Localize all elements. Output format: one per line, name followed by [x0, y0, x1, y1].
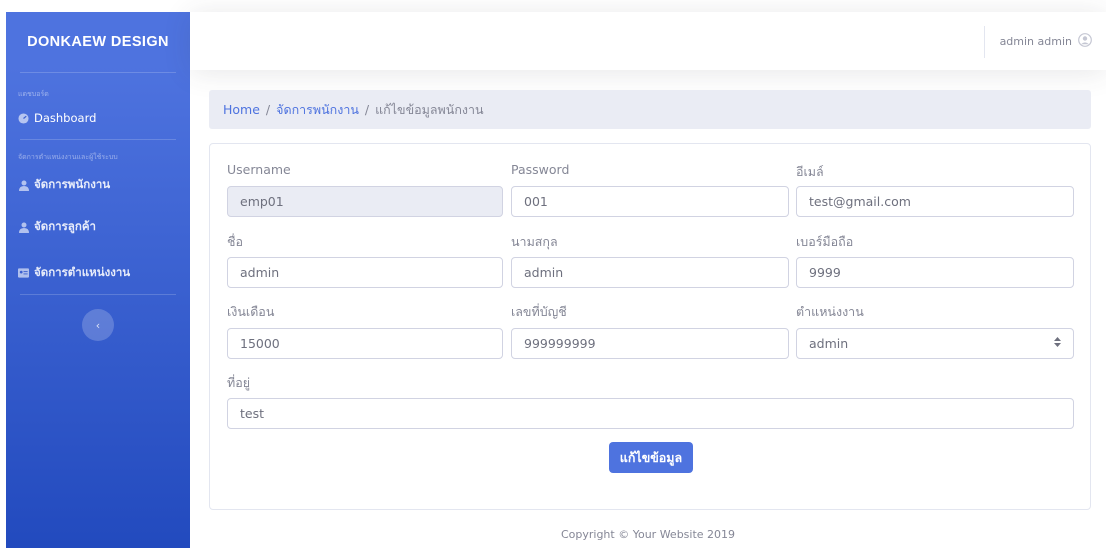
account-label: เลขที่บัญชี: [511, 304, 567, 319]
breadcrumb-section[interactable]: จัดการพนักงาน: [276, 100, 359, 120]
sidebar-item-label: จัดการตำแหน่งงาน: [34, 265, 131, 279]
sidebar-heading-manage: จัดการตำแหน่งงานและผู้ใช้ระบบ: [18, 153, 118, 161]
sidebar: DONKAEW DESIGN แดชบอร์ด Dashboard จัดการ…: [6, 12, 190, 548]
username-label: Username: [227, 162, 291, 177]
sidebar-divider: [20, 294, 176, 295]
sidebar-item-positions[interactable]: จัดการตำแหน่งงาน: [6, 264, 190, 282]
sidebar-item-label: จัดการลูกค้า: [34, 219, 96, 233]
sidebar-heading-dashboard: แดชบอร์ด: [18, 90, 49, 98]
position-select[interactable]: admin: [796, 328, 1074, 359]
breadcrumb-home[interactable]: Home: [223, 102, 260, 117]
account-value: 999999999: [524, 336, 596, 351]
user-name: admin admin: [999, 34, 1072, 48]
brand-logo[interactable]: DONKAEW DESIGN: [6, 12, 190, 72]
id-card-icon: [18, 268, 29, 279]
user-menu[interactable]: admin admin: [1000, 12, 1092, 70]
email-label: อีเมล์: [796, 164, 824, 179]
sidebar-divider: [20, 72, 176, 73]
password-field[interactable]: 001: [511, 186, 789, 217]
account-field[interactable]: 999999999: [511, 328, 789, 359]
dashboard-icon: [18, 112, 29, 124]
breadcrumb-current: แก้ไขข้อมูลพนักงาน: [375, 101, 484, 117]
footer-copyright: Copyright © Your Website 2019: [560, 528, 736, 541]
sidebar-toggle-button[interactable]: ‹: [82, 309, 114, 341]
email-field[interactable]: test@gmail.com: [796, 186, 1074, 217]
select-arrows-icon: [1054, 337, 1061, 350]
address-value: test: [240, 406, 265, 421]
sidebar-divider: [20, 139, 176, 140]
phone-label: เบอร์มือถือ: [796, 234, 854, 249]
firstname-label: ชื่อ: [227, 234, 243, 249]
username-value: emp01: [240, 194, 284, 209]
sidebar-item-dashboard[interactable]: Dashboard: [6, 109, 190, 127]
topbar: admin admin: [190, 12, 1106, 70]
sidebar-item-label: จัดการพนักงาน: [34, 177, 111, 191]
salary-label: เงินเดือน: [227, 304, 275, 319]
save-button[interactable]: แก้ไขข้อมูล: [609, 442, 693, 473]
user-icon: [18, 222, 29, 233]
chevron-left-icon: ‹: [95, 318, 101, 332]
position-label: ตำแหน่งงาน: [796, 304, 864, 319]
address-label: ที่อยู่: [227, 375, 251, 390]
lastname-label: นามสกุล: [511, 234, 558, 249]
breadcrumb-separator: /: [265, 102, 271, 117]
lastname-field[interactable]: admin: [511, 257, 789, 288]
sidebar-item-employees[interactable]: จัดการพนักงาน: [6, 176, 190, 194]
sidebar-item-label: Dashboard: [34, 111, 97, 125]
firstname-value: admin: [240, 265, 280, 280]
breadcrumb: Home / จัดการพนักงาน / แก้ไขข้อมูลพนักงา…: [209, 90, 1091, 129]
firstname-field[interactable]: admin: [227, 257, 503, 288]
lastname-value: admin: [524, 265, 564, 280]
salary-field[interactable]: 15000: [227, 328, 503, 359]
edit-employee-card: Username emp01 Password 001 อีเมล์ test@…: [209, 143, 1091, 510]
username-field[interactable]: emp01: [227, 186, 503, 217]
email-value: test@gmail.com: [809, 194, 911, 209]
phone-field[interactable]: 9999: [796, 257, 1074, 288]
topbar-divider: [984, 26, 985, 58]
breadcrumb-separator: /: [364, 102, 370, 117]
password-label: Password: [511, 162, 570, 177]
password-value: 001: [524, 194, 548, 209]
phone-value: 9999: [809, 265, 841, 280]
position-value: admin: [809, 336, 849, 351]
user-icon: [18, 180, 29, 191]
address-field[interactable]: test: [227, 398, 1074, 429]
user-circle-icon: [1078, 32, 1092, 50]
salary-value: 15000: [240, 336, 280, 351]
sidebar-item-customers[interactable]: จัดการลูกค้า: [6, 218, 190, 236]
